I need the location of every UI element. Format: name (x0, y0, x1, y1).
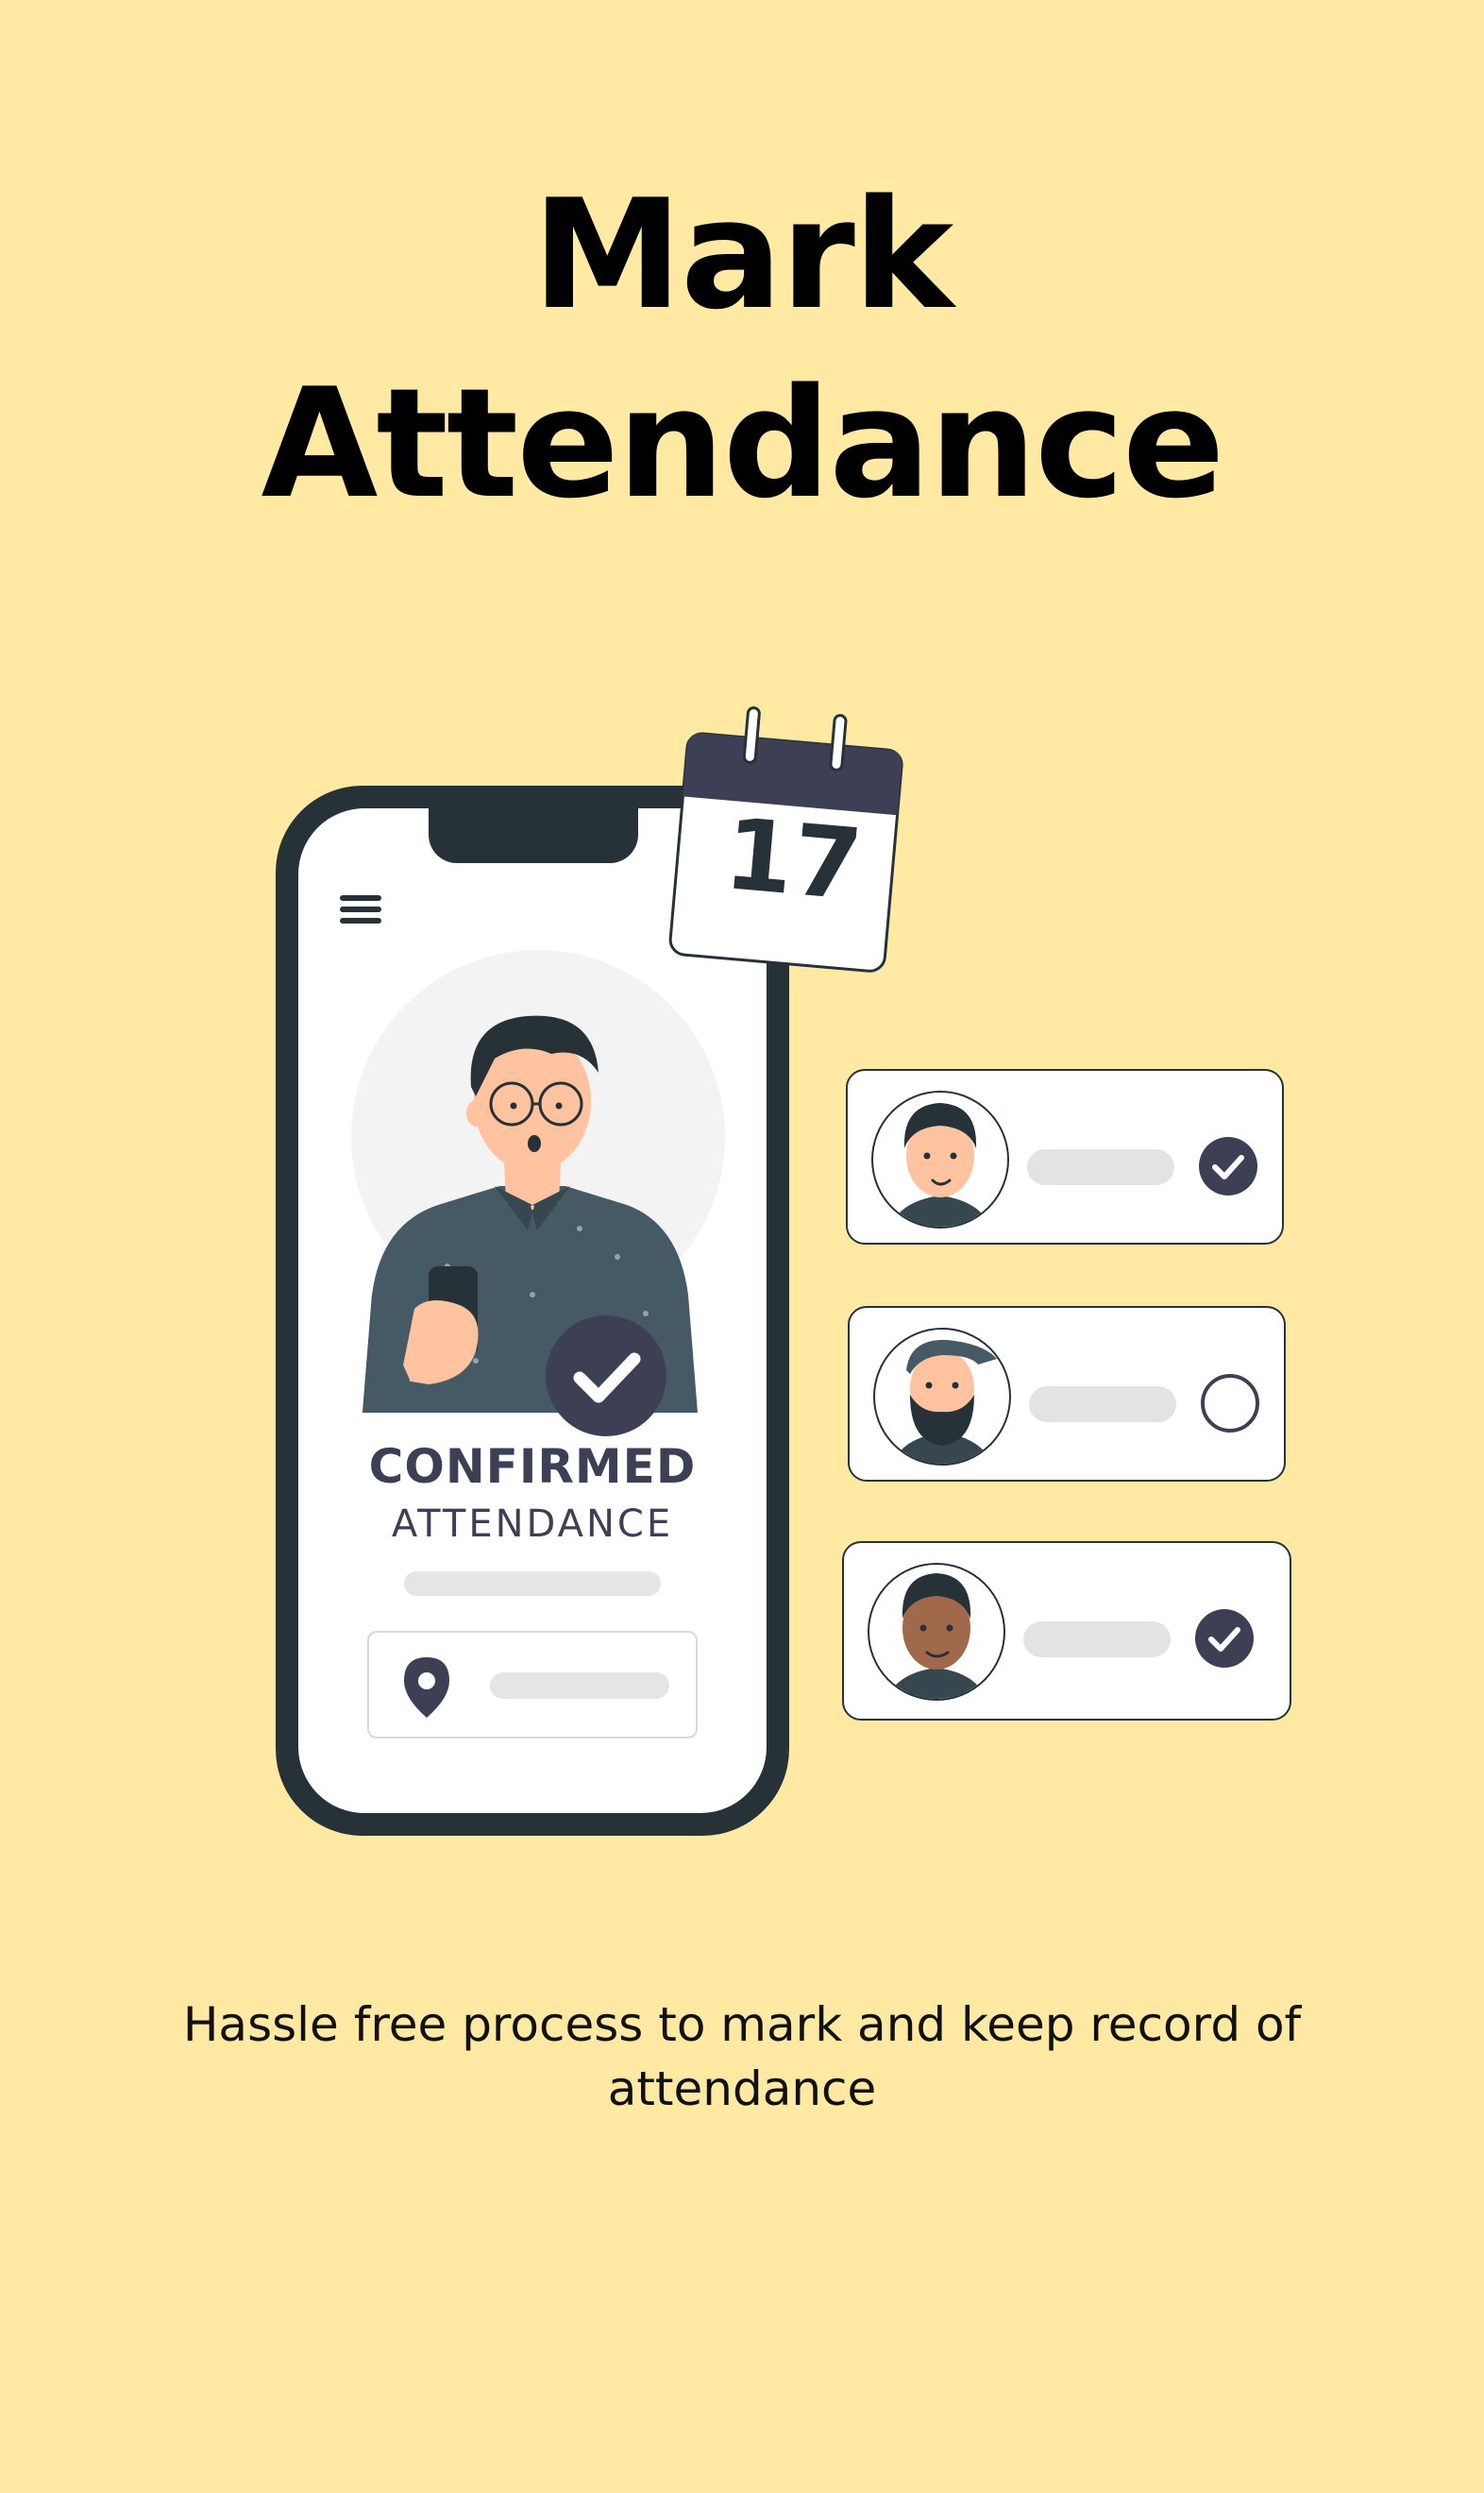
location-placeholder-bar (490, 1672, 669, 1699)
check-icon[interactable] (1193, 1607, 1256, 1670)
user-illustration (363, 1015, 698, 1413)
unchecked-circle-icon[interactable] (1199, 1372, 1261, 1434)
attendee-card[interactable] (848, 1306, 1286, 1482)
attendee-card[interactable] (842, 1541, 1291, 1721)
page-description: Hassle free process to mark and keep rec… (182, 1997, 1302, 2116)
attendee-name-placeholder (1027, 1149, 1174, 1185)
check-icon (546, 1315, 666, 1436)
placeholder-bar (404, 1571, 661, 1596)
page-title-line-1: Mark (531, 166, 954, 343)
page-title: Mark Attendance (0, 161, 1484, 538)
avatar (871, 1091, 1009, 1229)
calendar-day: 17 (719, 796, 867, 924)
attendee-name-placeholder (1029, 1386, 1176, 1422)
attendee-card[interactable] (846, 1069, 1284, 1245)
page-title-line-2: Attendance (261, 355, 1225, 532)
location-field[interactable] (367, 1631, 698, 1738)
status-title: CONFIRMED (368, 1439, 697, 1494)
attendee-name-placeholder (1023, 1621, 1171, 1657)
avatar (868, 1563, 1005, 1701)
phone-notch (429, 808, 638, 863)
location-pin-icon (404, 1657, 449, 1718)
status-subtitle: ATTENDANCE (391, 1502, 674, 1546)
avatar (873, 1328, 1011, 1466)
menu-icon[interactable] (340, 895, 381, 927)
check-icon[interactable] (1197, 1135, 1259, 1197)
